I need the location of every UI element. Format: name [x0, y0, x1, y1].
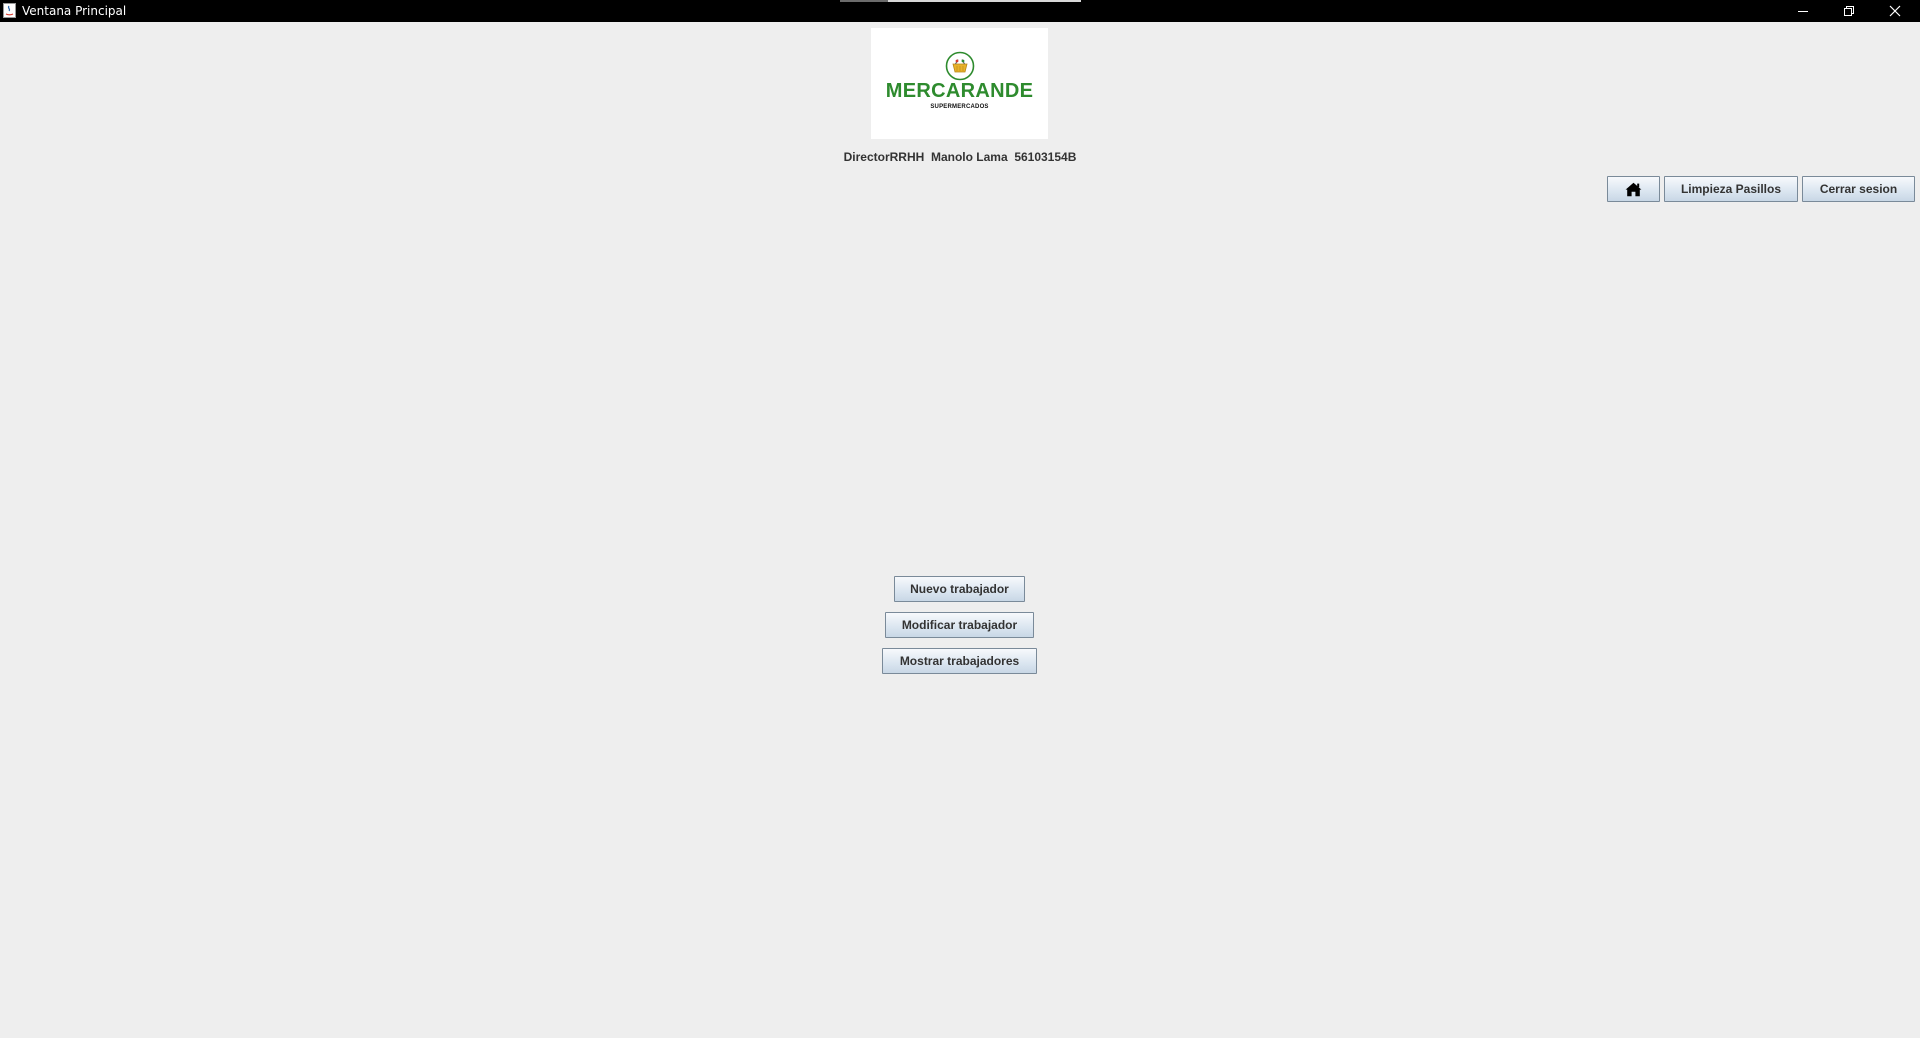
modificar-trabajador-button[interactable]: Modificar trabajador [885, 612, 1034, 638]
titlebar-indicator [840, 0, 888, 2]
nuevo-trabajador-button[interactable]: Nuevo trabajador [894, 576, 1025, 602]
window-title: Ventana Principal [22, 4, 127, 18]
home-icon [1625, 182, 1642, 196]
restore-button[interactable] [1826, 0, 1872, 22]
logo-brand-name: MERCARANDE [885, 80, 1034, 102]
window-titlebar[interactable]: Ventana Principal [0, 0, 1920, 22]
minimize-icon [1798, 11, 1808, 12]
close-button[interactable] [1872, 0, 1918, 22]
shopping-basket-icon [945, 51, 975, 81]
home-button[interactable] [1607, 176, 1660, 202]
cerrar-sesion-button[interactable]: Cerrar sesion [1802, 176, 1915, 202]
minimize-button[interactable] [1780, 0, 1826, 22]
user-info-label: DirectorRRHH Manolo Lama 56103154B [843, 150, 1077, 164]
java-app-icon [3, 3, 16, 18]
titlebar-indicator-active [888, 0, 1081, 2]
close-icon [1889, 5, 1901, 17]
company-logo: MERCARANDE SUPERMERCADOS [871, 28, 1048, 139]
limpieza-pasillos-button[interactable]: Limpieza Pasillos [1664, 176, 1798, 202]
mostrar-trabajadores-button[interactable]: Mostrar trabajadores [882, 648, 1037, 674]
logo-tagline: SUPERMERCADOS [930, 104, 989, 110]
restore-icon [1844, 6, 1854, 16]
